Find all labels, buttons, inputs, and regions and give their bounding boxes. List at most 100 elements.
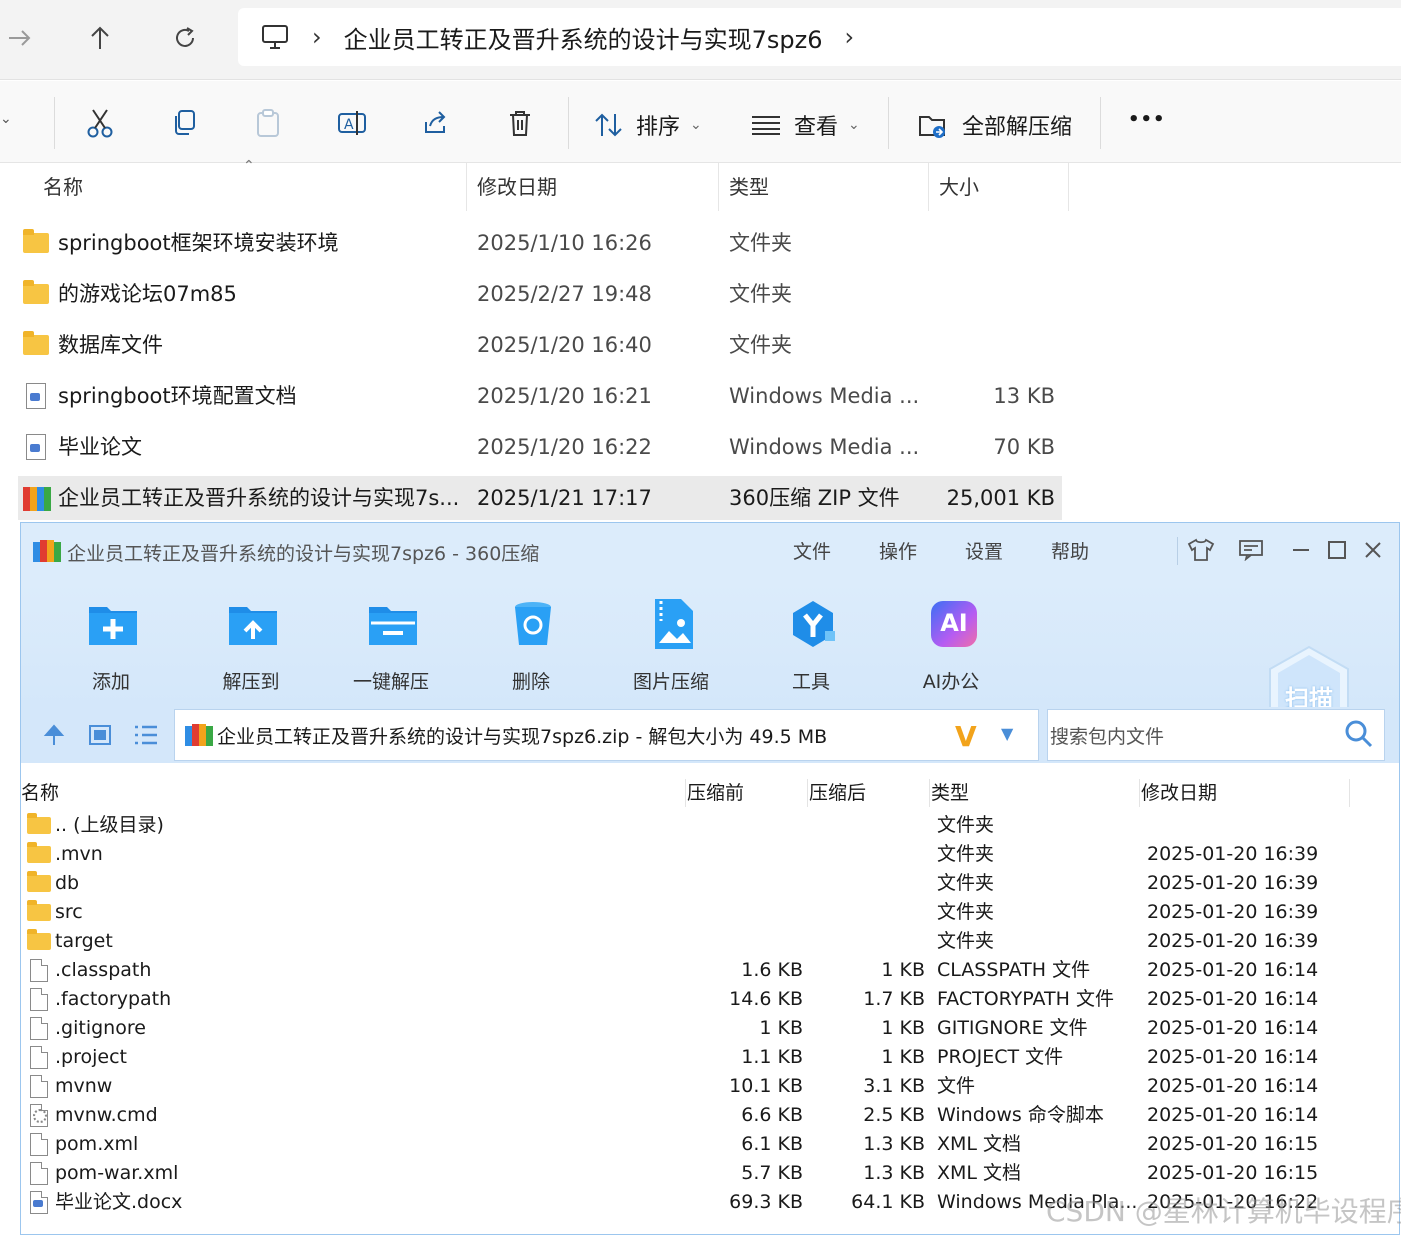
entry-size-before: 6.1 KB xyxy=(741,1133,803,1155)
path-dropdown-icon[interactable]: ▼ xyxy=(1001,724,1013,743)
cut-button[interactable] xyxy=(80,103,120,143)
one-click-extract-button[interactable]: 一键解压 xyxy=(341,593,441,703)
image-compress-icon xyxy=(647,599,699,649)
divider xyxy=(54,97,55,149)
copy-icon xyxy=(175,110,195,135)
copy-button[interactable] xyxy=(164,103,204,143)
refresh-button[interactable] xyxy=(165,18,205,58)
skin-button[interactable] xyxy=(1185,535,1217,565)
chevron-right-icon[interactable]: › xyxy=(312,23,322,51)
archive-row[interactable]: src 文件夹 2025-01-20 16:39 xyxy=(21,898,1399,927)
file-name: springboot环境配置文档 xyxy=(58,384,297,408)
zip-path-text: 企业员工转正及晋升系统的设计与实现7spz6.zip - 解包大小为 49.5 … xyxy=(217,726,828,748)
menu-settings[interactable]: 设置 xyxy=(965,537,1003,564)
feedback-button[interactable] xyxy=(1235,535,1267,565)
list-view-button[interactable] xyxy=(131,721,161,749)
archive-row[interactable]: .. (上级目录) 文件夹 xyxy=(21,811,1399,840)
column-header-before[interactable]: 压缩前 xyxy=(687,779,744,807)
archive-row[interactable]: .project 1.1 KB 1 KB PROJECT 文件 2025-01-… xyxy=(21,1043,1399,1072)
entry-size-before xyxy=(681,927,803,956)
refresh-icon xyxy=(176,27,194,47)
entry-size-before: 6.6 KB xyxy=(741,1104,803,1126)
file-icon xyxy=(30,1162,48,1185)
column-header-date[interactable]: 修改日期 xyxy=(1141,779,1217,807)
image-compress-button[interactable]: 图片压缩 xyxy=(621,593,721,703)
entry-name: pom-war.xml xyxy=(55,1162,179,1184)
archive-row[interactable]: .classpath 1.6 KB 1 KB CLASSPATH 文件 2025… xyxy=(21,956,1399,985)
sort-button[interactable]: 排序 ⌄ xyxy=(594,109,702,141)
archive-row[interactable]: .factorypath 14.6 KB 1.7 KB FACTORYPATH … xyxy=(21,985,1399,1014)
divider xyxy=(807,779,808,807)
archive-row[interactable]: pom.xml 6.1 KB 1.3 KB XML 文档 2025-01-20 … xyxy=(21,1130,1399,1159)
entry-date: 2025-01-20 16:15 xyxy=(1147,1162,1319,1184)
paste-button[interactable] xyxy=(248,103,288,143)
extract-to-button[interactable]: 解压到 xyxy=(201,593,301,703)
entry-size-before: 14.6 KB xyxy=(729,988,803,1010)
delete-button[interactable] xyxy=(500,103,540,143)
file-name: 的游戏论坛07m85 xyxy=(58,282,237,306)
zip-search-box[interactable]: 搜索包内文件 xyxy=(1047,709,1385,761)
zip-title-bar[interactable]: 企业员工转正及晋升系统的设计与实现7spz6 - 360压缩 文件 操作 设置 … xyxy=(21,523,1399,579)
column-header-type[interactable]: 类型 xyxy=(931,779,969,807)
menu-file[interactable]: 文件 xyxy=(793,537,831,564)
entry-size-after: 1 KB xyxy=(881,1046,925,1068)
file-row[interactable]: 数据库文件 2025/1/20 16:40 文件夹 xyxy=(18,323,1062,367)
tools-button[interactable]: 工具 xyxy=(761,593,861,703)
rename-icon: A xyxy=(338,111,366,135)
address-bar[interactable]: › 企业员工转正及晋升系统的设计与实现7spz6 › xyxy=(238,8,1401,66)
close-button[interactable] xyxy=(1357,535,1389,565)
file-row[interactable]: springboot框架环境安装环境 2025/1/10 16:26 文件夹 xyxy=(18,221,1062,265)
column-header-date[interactable]: 修改日期 xyxy=(467,163,719,211)
archive-row[interactable]: db 文件夹 2025-01-20 16:39 xyxy=(21,869,1399,898)
file-row[interactable]: springboot环境配置文档 2025/1/20 16:21 Windows… xyxy=(18,374,1062,418)
more-options-button[interactable]: ••• xyxy=(1128,109,1166,130)
share-button[interactable] xyxy=(416,103,456,143)
file-row-selected[interactable]: 企业员工转正及晋升系统的设计与实现7s... 2025/1/21 17:17 3… xyxy=(18,476,1062,520)
archive-row[interactable]: .gitignore 1 KB 1 KB GITIGNORE 文件 2025-0… xyxy=(21,1014,1399,1043)
search-placeholder: 搜索包内文件 xyxy=(1050,726,1165,748)
up-level-button[interactable] xyxy=(39,721,69,749)
maximize-button[interactable] xyxy=(1321,535,1353,565)
view-button[interactable]: 查看 ⌄ xyxy=(752,109,860,141)
file-icon xyxy=(30,1133,48,1156)
entry-size-before xyxy=(681,898,803,927)
computer-icon xyxy=(260,24,290,50)
column-header-type[interactable]: 类型 xyxy=(719,163,929,211)
delete-zip-button[interactable]: 删除 xyxy=(481,593,581,703)
divider xyxy=(929,779,930,807)
vip-badge-icon[interactable]: V xyxy=(955,720,977,753)
menu-help[interactable]: 帮助 xyxy=(1051,537,1089,564)
column-header-name[interactable]: 名称 xyxy=(21,779,59,807)
entry-size-after xyxy=(803,898,925,927)
ai-badge-text: AI xyxy=(940,609,968,637)
search-icon[interactable] xyxy=(1344,719,1374,749)
archive-row[interactable]: pom-war.xml 5.7 KB 1.3 KB XML 文档 2025-01… xyxy=(21,1159,1399,1188)
menu-operation[interactable]: 操作 xyxy=(879,537,917,564)
thumbnail-view-button[interactable] xyxy=(85,721,115,749)
chevron-right-icon[interactable]: › xyxy=(844,23,854,51)
up-button[interactable] xyxy=(80,18,120,58)
entry-size-after: 1 KB xyxy=(881,1017,925,1039)
ai-office-button[interactable]: AI AI办公 xyxy=(901,593,1001,703)
extract-all-button[interactable]: 全部解压缩 xyxy=(918,109,1072,141)
archive-row[interactable]: .mvn 文件夹 2025-01-20 16:39 xyxy=(21,840,1399,869)
column-header-after[interactable]: 压缩后 xyxy=(809,779,866,807)
new-dropdown-caret[interactable]: ⌄ xyxy=(0,111,12,127)
add-button[interactable]: 添加 xyxy=(61,593,161,703)
file-row[interactable]: 毕业论文 2025/1/20 16:22 Windows Media ... 7… xyxy=(18,425,1062,469)
file-row[interactable]: 的游戏论坛07m85 2025/2/27 19:48 文件夹 xyxy=(18,272,1062,316)
breadcrumb-current-folder[interactable]: 企业员工转正及晋升系统的设计与实现7spz6 xyxy=(344,20,823,55)
column-header-size[interactable]: 大小 xyxy=(929,163,1069,211)
archive-row[interactable]: mvnw 10.1 KB 3.1 KB 文件 2025-01-20 16:14 xyxy=(21,1072,1399,1101)
add-label: 添加 xyxy=(91,671,130,693)
entry-name: 毕业论文.docx xyxy=(55,1191,183,1213)
divider xyxy=(685,779,686,807)
file-date: 2025/2/27 19:48 xyxy=(477,282,652,306)
zip-path-field[interactable]: 企业员工转正及晋升系统的设计与实现7spz6.zip - 解包大小为 49.5 … xyxy=(174,709,1039,761)
minimize-button[interactable] xyxy=(1285,535,1317,565)
archive-row[interactable]: target 文件夹 2025-01-20 16:39 xyxy=(21,927,1399,956)
archive-row[interactable]: mvnw.cmd 6.6 KB 2.5 KB Windows 命令脚本 2025… xyxy=(21,1101,1399,1130)
forward-button[interactable] xyxy=(0,18,40,58)
rename-button[interactable]: A xyxy=(332,103,372,143)
file-name: springboot框架环境安装环境 xyxy=(58,231,339,255)
